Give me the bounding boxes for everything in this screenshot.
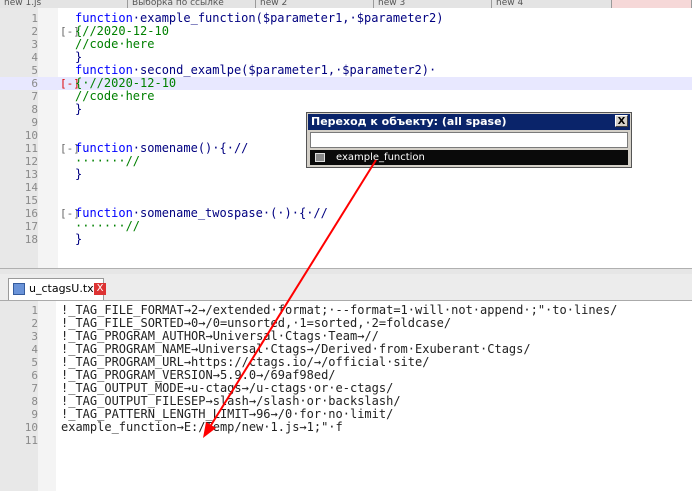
code-token: ·example_function($parameter1,·$paramete… bbox=[132, 11, 444, 25]
code-text: } bbox=[75, 103, 82, 116]
line-number: 11 bbox=[24, 434, 38, 447]
code-line[interactable]: 7 //code·here bbox=[0, 90, 692, 104]
code-text: } bbox=[75, 233, 82, 246]
code-token: ·somename()·{·// bbox=[132, 141, 249, 155]
code-line[interactable]: 17 ·······// bbox=[0, 220, 692, 234]
line-number: 12 bbox=[24, 155, 38, 168]
bottom-editor[interactable]: 1 !_TAG_FILE_FORMAT→2→/extended·format;·-… bbox=[0, 301, 692, 491]
code-line[interactable]: 18} bbox=[0, 233, 692, 247]
code-text: } bbox=[75, 168, 82, 181]
line-number: 10 bbox=[24, 129, 38, 142]
line-number: 2 bbox=[31, 317, 38, 330]
line-number: 16 bbox=[24, 207, 38, 220]
code-token: {//2020-12-10 bbox=[75, 24, 169, 38]
document-tab-strip: new 1.js Выборка по ссылке new 2 new 3 n… bbox=[0, 0, 692, 8]
code-text: ·······// bbox=[75, 220, 140, 233]
bottom-tab-bar: u_ctagsU.txt X bbox=[0, 274, 692, 301]
object-search-input[interactable] bbox=[310, 132, 628, 148]
line-number: 6 bbox=[31, 77, 38, 90]
code-token: function bbox=[75, 63, 133, 77]
line-number: 14 bbox=[24, 181, 38, 194]
object-list: example_function bbox=[310, 150, 628, 165]
line-number: 5 bbox=[31, 356, 38, 369]
line-number: 9 bbox=[31, 408, 38, 421]
dialog-title-text: Переход к объекту: (all spase) bbox=[311, 115, 507, 128]
code-token: } bbox=[75, 232, 83, 246]
object-list-item[interactable]: example_function bbox=[310, 150, 628, 165]
line-number: 17 bbox=[24, 220, 38, 233]
code-text: //code·here bbox=[75, 38, 154, 51]
line-number: 7 bbox=[31, 90, 38, 103]
line-number: 8 bbox=[31, 103, 38, 116]
code-text: //code·here bbox=[75, 90, 154, 103]
code-line[interactable]: 13} bbox=[0, 168, 692, 182]
code-token: ·somename_twospase·(·)·{·// bbox=[132, 206, 328, 220]
line-number: 9 bbox=[31, 116, 38, 129]
line-number: 1 bbox=[31, 12, 38, 25]
code-token: function bbox=[75, 11, 133, 25]
line-number: 5 bbox=[31, 64, 38, 77]
tag-line[interactable]: 10 example_function→E:/Temp/new·1.js→1;"·… bbox=[0, 420, 692, 435]
line-number: 18 bbox=[24, 233, 38, 246]
code-token: } bbox=[75, 50, 83, 64]
tab-new-3[interactable]: new 3 bbox=[374, 0, 492, 8]
dialog-title: Переход к объекту: (all spase) bbox=[308, 114, 630, 130]
line-number: 3 bbox=[31, 38, 38, 51]
line-number: 10 bbox=[24, 421, 38, 434]
code-token: ·······// bbox=[75, 219, 141, 233]
code-token: } bbox=[75, 102, 83, 116]
close-tab-icon[interactable]: X bbox=[94, 283, 106, 295]
tab-new-2[interactable]: new 2 bbox=[256, 0, 374, 8]
function-icon bbox=[315, 153, 325, 162]
line-number: 8 bbox=[31, 395, 38, 408]
tab-u-ctags[interactable]: u_ctagsU.txt X bbox=[8, 278, 106, 300]
code-token: {·//2020-12-10 bbox=[75, 76, 177, 90]
tab-active[interactable] bbox=[612, 0, 692, 8]
code-text: ·······// bbox=[75, 155, 140, 168]
line-number: 15 bbox=[24, 194, 38, 207]
code-line[interactable]: 3 //code·here bbox=[0, 38, 692, 52]
code-token: //code·here bbox=[75, 89, 155, 103]
line-number: 6 bbox=[31, 369, 38, 382]
tab-new-4[interactable]: new 4 bbox=[492, 0, 612, 8]
line-number: 3 bbox=[31, 330, 38, 343]
line-number: 4 bbox=[31, 51, 38, 64]
tab-selection[interactable]: Выборка по ссылке bbox=[128, 0, 256, 8]
tab-u-ctags-label: u_ctagsU.txt bbox=[29, 282, 98, 295]
goto-object-dialog: Переход к объекту: (all spase) X example… bbox=[306, 112, 632, 168]
code-token: } bbox=[75, 167, 83, 181]
line-number: 4 bbox=[31, 343, 38, 356]
code-token: //code·here bbox=[75, 37, 155, 51]
tag-line[interactable]: 11 bbox=[0, 434, 692, 447]
line-number: 11 bbox=[24, 142, 38, 155]
tab-new-1[interactable]: new 1.js bbox=[0, 0, 128, 8]
file-icon bbox=[13, 283, 25, 295]
code-line[interactable]: 14 bbox=[0, 181, 692, 194]
close-dialog-button[interactable]: X bbox=[615, 115, 628, 127]
object-list-item-label: example_function bbox=[336, 152, 425, 163]
line-number: 7 bbox=[31, 382, 38, 395]
code-token: function bbox=[75, 206, 133, 220]
code-token: ·······// bbox=[75, 154, 141, 168]
line-number: 2 bbox=[31, 25, 38, 38]
code-token: ·second_examlpe($parameter1,·$parameter2… bbox=[132, 63, 437, 77]
code-token: function bbox=[75, 141, 133, 155]
tag-text: example_function→E:/Temp/new·1.js→1;"·f bbox=[61, 420, 343, 434]
line-number: 1 bbox=[31, 304, 38, 317]
line-number: 13 bbox=[24, 168, 38, 181]
